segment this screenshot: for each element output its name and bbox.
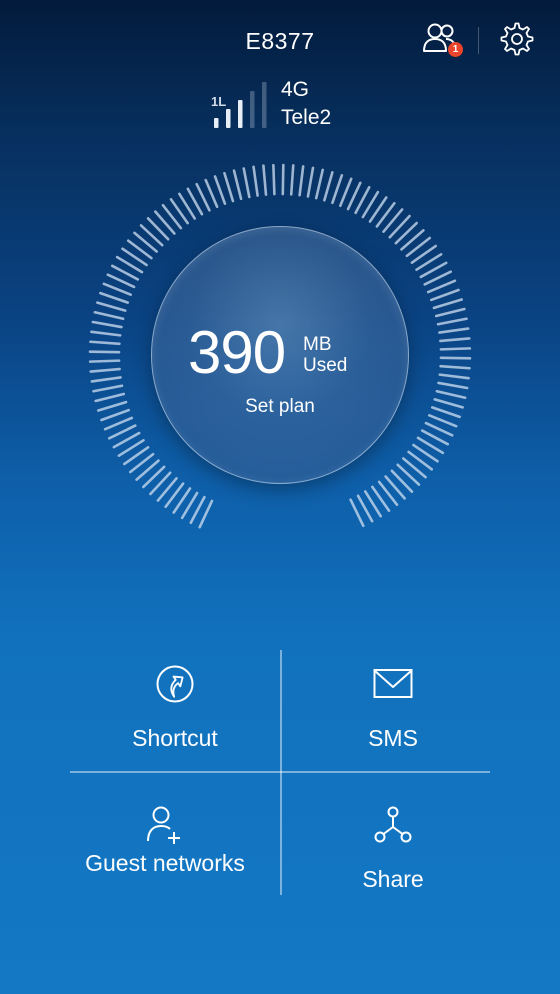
signal-bar [214, 118, 219, 128]
share-icon [374, 806, 412, 843]
signal-bar [238, 100, 243, 128]
gauge-tick [90, 376, 122, 383]
data-used-value: 390 [188, 319, 286, 386]
guest-networks-tile[interactable]: Guest networks [60, 805, 270, 877]
signal-bar [226, 109, 231, 128]
gauge-tick [432, 298, 463, 310]
gauge-tick [272, 163, 276, 196]
share-tile[interactable]: Share [288, 805, 498, 893]
signal-label: 1L [211, 94, 226, 109]
signal-bar [262, 82, 267, 128]
gauge-tick [438, 327, 470, 334]
notification-badge: 1 [448, 42, 463, 57]
network-type: 4G [281, 78, 310, 101]
gauge-tick [223, 172, 235, 203]
gauge-tick [438, 373, 470, 380]
data-used-label: Used [303, 355, 348, 376]
gauge-tick [232, 169, 243, 201]
connected-users-button[interactable]: 1 [420, 18, 464, 62]
envelope-icon [373, 669, 413, 698]
settings-button[interactable] [499, 21, 535, 57]
gauge-tick [90, 330, 122, 337]
device-name: E8377 [245, 28, 315, 54]
gauge-tick [436, 317, 468, 326]
gauge-tick [429, 288, 460, 302]
gauge-tick [437, 381, 469, 390]
signal-bar [250, 91, 255, 128]
gauge-tick [298, 165, 305, 197]
gauge-tick [88, 359, 121, 363]
gauge-tick [323, 171, 334, 202]
shortcut-label: Shortcut [132, 725, 218, 751]
gauge-tick [93, 310, 125, 321]
gauge-tick [91, 320, 123, 329]
gauge-tick [439, 347, 472, 351]
gauge-tick [99, 291, 130, 304]
gauge-tick [103, 416, 134, 431]
gauge-tick [92, 384, 124, 393]
guest-networks-label: Guest networks [85, 850, 245, 876]
home-screen: E8377 1 1L 4G Tele2 390 MB Used Set plan [0, 0, 560, 994]
grid-divider-vertical [280, 650, 282, 895]
gauge-tick [439, 337, 471, 343]
gauge-tick [281, 163, 285, 196]
operator-name: Tele2 [281, 106, 332, 129]
data-used-unit: MB [303, 334, 332, 355]
gauge-tick [434, 307, 466, 318]
gauge-tick [339, 177, 353, 208]
gauge-tick [439, 356, 472, 360]
shortcut-tile[interactable]: Shortcut [70, 664, 280, 752]
add-user-icon [147, 806, 180, 844]
shortcut-arrow-icon [156, 665, 194, 703]
gauge-tick [252, 165, 259, 197]
signal-bars-icon: 1L [211, 82, 267, 128]
gauge-tick [439, 364, 471, 370]
signal-strength: 1L [208, 78, 278, 130]
gauge-tick [289, 164, 295, 196]
gauge-tick [306, 166, 315, 198]
gauge-tick [314, 168, 325, 200]
header-divider [478, 27, 479, 54]
gear-icon [500, 22, 534, 56]
gauge-tick [426, 279, 457, 294]
gauge-tick [89, 340, 121, 346]
gauge-tick [96, 301, 127, 312]
gauge-tick [89, 367, 121, 373]
share-label: Share [362, 866, 424, 892]
gauge-tick [262, 164, 268, 196]
gauge-tick [242, 167, 251, 199]
sms-label: SMS [368, 725, 418, 751]
gauge-tick [213, 175, 227, 206]
gauge-tick [331, 174, 344, 205]
gauge-tick [102, 282, 133, 296]
grid-divider-horizontal [70, 771, 490, 773]
set-plan-link[interactable]: Set plan [0, 396, 560, 418]
gauge-tick [204, 178, 219, 209]
sms-tile[interactable]: SMS [288, 668, 498, 752]
gauge-tick [88, 350, 121, 354]
